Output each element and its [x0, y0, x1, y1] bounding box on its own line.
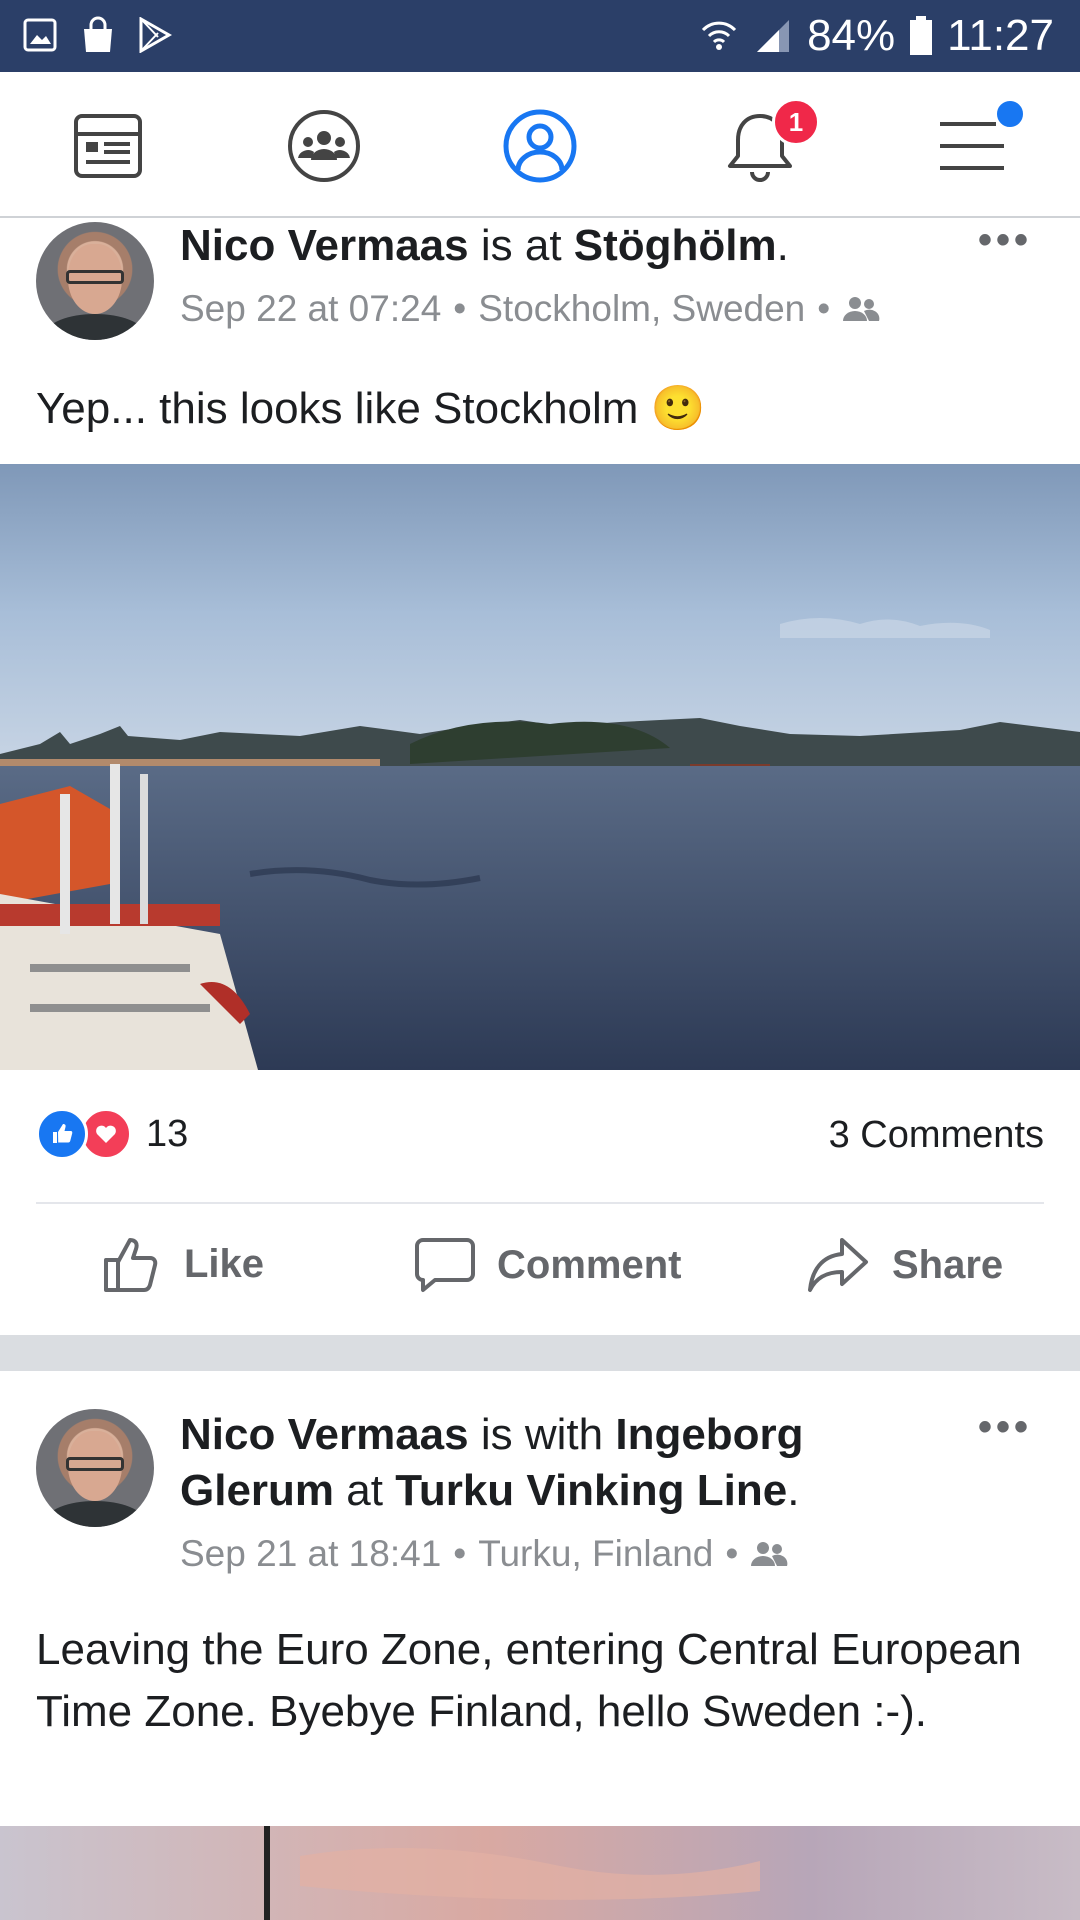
- top-nav-bar: 1: [0, 72, 1080, 218]
- groups-icon: [288, 110, 360, 182]
- status-notification-icons: [22, 16, 172, 54]
- comments-count[interactable]: 3 Comments: [829, 1114, 1044, 1157]
- notification-badge: 1: [772, 98, 820, 146]
- gallery-icon: [23, 18, 57, 52]
- news-feed-icon: [74, 114, 142, 178]
- meta-separator: •: [453, 288, 467, 329]
- author-avatar[interactable]: [36, 222, 154, 340]
- post-headline: Nico Vermaas is with Ingeborg Glerum at …: [180, 1407, 880, 1519]
- post-text: Yep... this looks like Stockholm 🙂: [36, 378, 1044, 440]
- clock: 11:27: [947, 11, 1054, 60]
- headline-verb: is at: [480, 221, 562, 270]
- post-timestamp[interactable]: Sep 22 at 07:24: [180, 288, 441, 330]
- new-indicator-dot: [994, 98, 1026, 130]
- headline-end: .: [776, 221, 789, 270]
- reaction-count: 13: [146, 1112, 189, 1155]
- hamburger-menu-icon: [940, 122, 1004, 170]
- comment-label: Comment: [497, 1242, 682, 1287]
- meta-separator: •: [453, 1533, 467, 1574]
- author-name[interactable]: Nico Vermaas: [180, 1410, 469, 1459]
- meta-separator: •: [817, 288, 831, 329]
- avatar-glasses: [66, 1457, 124, 1471]
- share-label: Share: [892, 1242, 1004, 1287]
- thumbs-up-icon: [104, 1238, 158, 1292]
- post-location[interactable]: Turku, Finland: [478, 1533, 713, 1575]
- profile-icon: [503, 109, 577, 183]
- place-name[interactable]: Turku Vinking Line: [395, 1466, 787, 1515]
- profile-tab[interactable]: [500, 106, 580, 186]
- shopping-bag-icon: [84, 16, 112, 52]
- post-timestamp[interactable]: Sep 21 at 18:41: [180, 1533, 441, 1575]
- menu-tab[interactable]: [932, 98, 1026, 186]
- wifi-icon: [701, 21, 737, 50]
- post-separator: [0, 1335, 1080, 1371]
- place-name[interactable]: Stöghölm: [574, 221, 777, 270]
- feed-post: Nico Vermaas is with Ingeborg Glerum at …: [0, 1371, 1080, 1920]
- post-options-button[interactable]: •••: [978, 218, 1032, 263]
- avatar-shirt: [46, 1501, 144, 1527]
- post-meta: Sep 21 at 18:41 • Turku, Finland •: [180, 1533, 788, 1575]
- play-store-icon: [139, 17, 172, 53]
- stockholm-harbor-photo: [0, 464, 1080, 1070]
- news-feed-tab[interactable]: [68, 106, 148, 186]
- divider: [36, 1202, 1044, 1204]
- status-bar: 84% 11:27: [0, 0, 1080, 72]
- share-arrow-icon: [808, 1238, 868, 1292]
- status-system-icons: 84% 11:27: [699, 10, 1054, 62]
- signal-icon: [757, 20, 790, 52]
- post-location[interactable]: Stockholm, Sweden: [478, 288, 805, 330]
- post-text: Leaving the Euro Zone, entering Central …: [36, 1625, 1022, 1736]
- author-name[interactable]: Nico Vermaas: [180, 221, 469, 270]
- sunset-photo: [0, 1826, 1080, 1920]
- notifications-tab[interactable]: 1: [720, 98, 820, 186]
- post-photo[interactable]: [0, 1826, 1080, 1920]
- avatar-shirt: [46, 314, 144, 340]
- post-options-button[interactable]: •••: [978, 1405, 1032, 1450]
- like-reaction-icon: [36, 1108, 88, 1160]
- comment-button[interactable]: Comment: [415, 1236, 681, 1294]
- avatar-glasses: [66, 270, 124, 284]
- meta-separator: •: [725, 1533, 739, 1574]
- like-label: Like: [184, 1241, 265, 1286]
- smile-emoji-icon: 🙂: [650, 384, 706, 433]
- headline-at: at: [346, 1466, 383, 1515]
- post-text-content: Yep... this looks like Stockholm: [36, 384, 639, 433]
- like-button[interactable]: Like: [102, 1234, 264, 1294]
- feed-post: Nico Vermaas is at Stöghölm. ••• Sep 22 …: [0, 218, 1080, 1335]
- headline-end: .: [787, 1466, 800, 1515]
- reaction-summary[interactable]: 13: [36, 1108, 188, 1160]
- share-button[interactable]: Share: [806, 1236, 1003, 1294]
- groups-tab[interactable]: [284, 106, 364, 186]
- battery-percent: 84%: [807, 11, 896, 60]
- friends-audience-icon: [751, 1542, 788, 1566]
- battery-icon: [910, 16, 933, 55]
- headline-verb: is with: [480, 1410, 604, 1459]
- post-headline: Nico Vermaas is at Stöghölm.: [180, 218, 789, 274]
- comment-bubble-icon: [415, 1238, 475, 1292]
- post-meta: Sep 22 at 07:24 • Stockholm, Sweden •: [180, 288, 880, 330]
- author-avatar[interactable]: [36, 1409, 154, 1527]
- friends-audience-icon: [843, 297, 880, 321]
- post-photo[interactable]: [0, 464, 1080, 1070]
